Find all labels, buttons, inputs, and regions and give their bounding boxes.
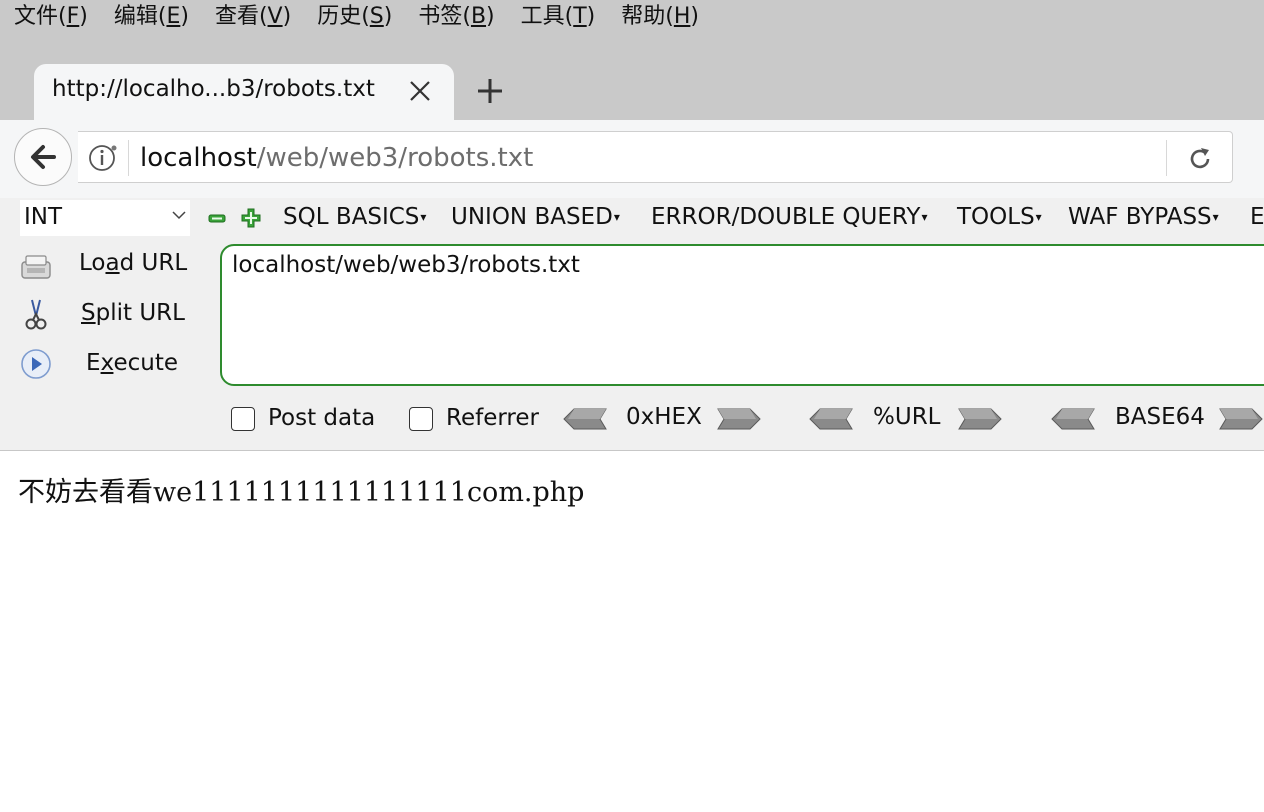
menu-error-double-query[interactable]: ERROR/DOUBLE QUERY▾ (651, 204, 927, 230)
menu-history[interactable]: 历史(S) (317, 0, 392, 30)
menu-file[interactable]: 文件(F) (14, 0, 88, 30)
hex-decode-arrow-icon[interactable] (562, 407, 608, 431)
referrer-checkbox[interactable] (409, 407, 433, 431)
new-tab-button[interactable] (472, 72, 508, 110)
menu-union-based[interactable]: UNION BASED▾ (451, 204, 620, 230)
url-encode-label: %URL (873, 404, 941, 430)
menu-sql-basics[interactable]: SQL BASICS▾ (283, 204, 426, 230)
chevron-down-icon[interactable] (170, 206, 188, 224)
tab-title: http://localho...b3/robots.txt (52, 76, 375, 102)
url-divider-right (1166, 140, 1167, 176)
menu-edit[interactable]: 编辑(E) (114, 0, 189, 30)
load-url-icon[interactable] (19, 250, 53, 284)
menu-tools-hackbar[interactable]: TOOLS▾ (957, 204, 1042, 230)
hex-encode-arrow-icon[interactable] (716, 407, 762, 431)
play-icon[interactable] (19, 347, 53, 381)
referrer-label: Referrer (446, 405, 539, 431)
reload-icon[interactable] (1186, 145, 1214, 173)
scissors-icon[interactable] (19, 298, 53, 332)
menu-view[interactable]: 查看(V) (215, 0, 291, 30)
url-decode-arrow-icon[interactable] (808, 407, 854, 431)
back-arrow-icon (31, 145, 56, 169)
post-data-checkbox[interactable] (231, 407, 255, 431)
menu-truncated[interactable]: E (1250, 204, 1264, 230)
plus-icon[interactable] (240, 207, 262, 229)
menu-waf-bypass[interactable]: WAF BYPASS▾ (1068, 204, 1219, 230)
back-button[interactable] (14, 128, 72, 186)
menu-bar: 文件(F) 编辑(E) 查看(V) 历史(S) 书签(B) 工具(T) 帮助(H… (0, 0, 1264, 30)
page-content-text: 不妨去看看we1111111111111111com.php (18, 477, 585, 508)
type-select-value: INT (24, 204, 63, 230)
post-data-label: Post data (268, 405, 376, 431)
menu-bookmarks[interactable]: 书签(B) (418, 0, 494, 30)
load-url-button[interactable]: Load URL (79, 250, 187, 276)
menu-help[interactable]: 帮助(H) (621, 0, 699, 30)
site-info-icon[interactable] (88, 143, 118, 173)
url-encode-arrow-icon[interactable] (957, 407, 1003, 431)
menu-tools[interactable]: 工具(T) (521, 0, 596, 30)
base64-decode-arrow-icon[interactable] (1050, 407, 1096, 431)
hex-label: 0xHEX (626, 404, 702, 430)
close-tab-icon[interactable] (404, 74, 436, 108)
base64-label: BASE64 (1115, 404, 1205, 430)
url-path: /web/web3/robots.txt (256, 143, 534, 173)
url-divider (128, 140, 129, 176)
url-text[interactable]: localhost/web/web3/robots.txt (140, 143, 533, 173)
split-url-button[interactable]: Split URL (81, 300, 185, 326)
url-textarea-value: localhost/web/web3/robots.txt (232, 252, 580, 278)
execute-button[interactable]: Execute (86, 350, 178, 376)
url-host: localhost (140, 143, 257, 173)
minus-icon[interactable] (208, 210, 226, 228)
base64-encode-arrow-icon[interactable] (1218, 407, 1264, 431)
